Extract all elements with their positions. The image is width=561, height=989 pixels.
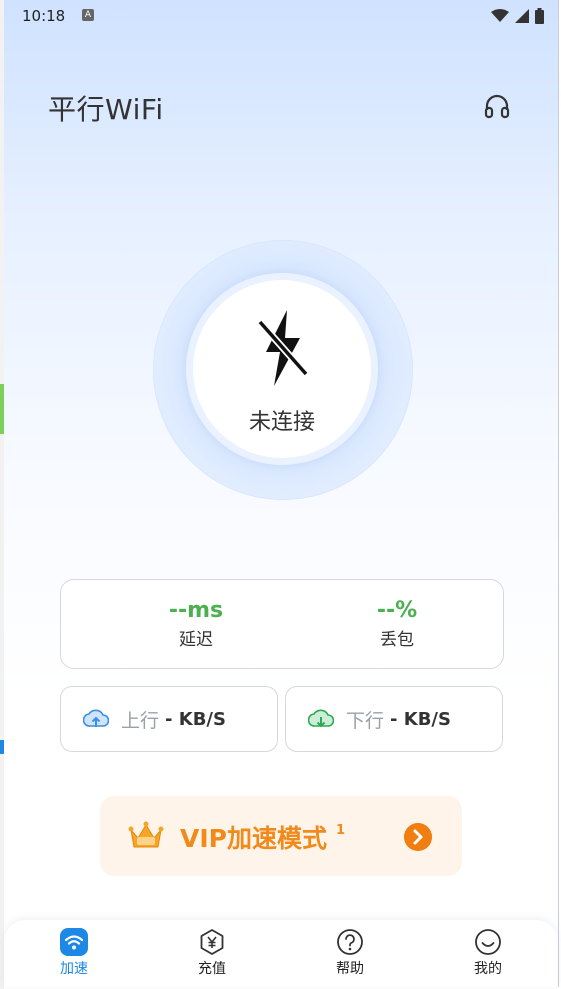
battery-icon — [535, 8, 544, 24]
wifi-signal-icon — [491, 9, 509, 22]
bolt-off-icon — [257, 310, 309, 386]
download-speed-card: 下行 - KB/S — [285, 686, 503, 752]
upload-value: - KB/S — [165, 708, 226, 730]
help-icon — [337, 929, 363, 955]
download-label: 下行 — [346, 709, 385, 732]
download-value: - KB/S — [390, 708, 451, 730]
connection-status: 未连接 — [248, 410, 315, 435]
nav-item-accelerate[interactable]: 加速 — [39, 928, 109, 978]
nav-item-profile[interactable]: 我的 — [453, 928, 523, 978]
packet-loss-label: 丢包 — [380, 630, 414, 650]
cloud-download-icon — [308, 709, 334, 728]
app-title: 平行WiFi — [48, 93, 164, 126]
status-bar: 10:18 A — [4, 0, 558, 34]
nav-label-help: 帮助 — [336, 961, 364, 977]
app-screen: 10:18 A 平行WiFi 未连接 --ms 延迟 --% 丢包 上行 - K… — [4, 0, 559, 987]
wifi-icon — [60, 928, 88, 956]
headset-icon[interactable] — [482, 92, 512, 122]
vip-superscript: 1 — [336, 823, 346, 838]
status-time: 10:18 — [22, 7, 66, 25]
cloud-upload-icon — [83, 709, 109, 727]
nav-label-accelerate: 加速 — [60, 961, 88, 977]
latency-value: --ms — [168, 598, 224, 623]
notification-icon: A — [82, 9, 94, 21]
bottom-nav: 加速 充值 帮助 我的 — [4, 920, 558, 987]
chevron-right-icon — [404, 823, 432, 851]
vip-mode-button[interactable]: VIP加速模式 1 — [100, 796, 462, 876]
nav-item-help[interactable]: 帮助 — [315, 928, 385, 978]
nav-label-profile: 我的 — [474, 961, 502, 977]
cell-signal-icon — [515, 9, 529, 23]
packet-loss-value: --% — [376, 598, 418, 623]
yen-icon — [200, 929, 224, 955]
nav-item-recharge[interactable]: 充值 — [177, 928, 247, 978]
latency-stat: --ms 延迟 — [116, 598, 276, 650]
upload-label: 上行 — [121, 709, 160, 732]
smile-icon — [475, 929, 501, 955]
vip-crown-icon — [128, 821, 164, 848]
upload-speed-card: 上行 - KB/S — [60, 686, 278, 752]
network-stats-card: --ms 延迟 --% 丢包 — [60, 579, 504, 669]
packet-loss-stat: --% 丢包 — [317, 598, 477, 650]
status-icons — [491, 8, 544, 24]
vip-mode-label: VIP加速模式 — [180, 824, 327, 853]
nav-label-recharge: 充值 — [198, 961, 226, 977]
latency-label: 延迟 — [179, 630, 213, 650]
